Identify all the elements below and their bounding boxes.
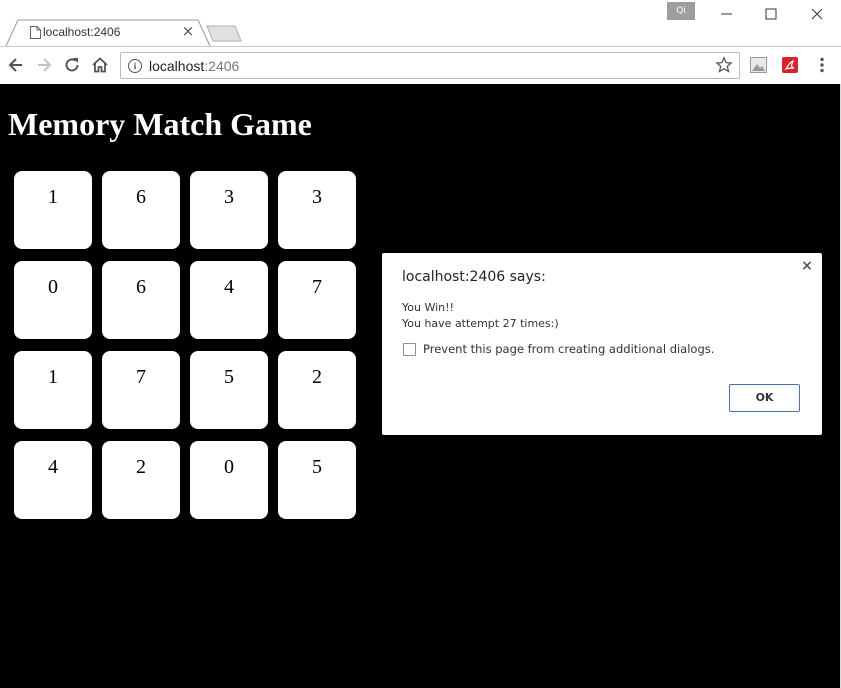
browser-titlebar: localhost:2406 × Qi	[0, 0, 841, 47]
address-bar[interactable]: i localhost:2406	[120, 52, 740, 79]
reload-icon[interactable]	[62, 55, 82, 75]
card[interactable]: 4	[14, 441, 92, 519]
prevent-dialogs-checkbox[interactable]	[403, 343, 416, 356]
site-info-icon[interactable]: i	[128, 59, 142, 73]
card[interactable]: 0	[14, 261, 92, 339]
card[interactable]: 7	[102, 351, 180, 429]
browser-tab[interactable]: localhost:2406 ×	[6, 19, 211, 47]
card[interactable]: 5	[278, 441, 356, 519]
back-arrow-icon[interactable]	[6, 55, 26, 75]
dialog-title: localhost:2406 says:	[402, 269, 546, 285]
card[interactable]: 5	[190, 351, 268, 429]
card[interactable]: 6	[102, 171, 180, 249]
browser-menu-icon[interactable]	[814, 56, 830, 74]
card[interactable]: 2	[278, 351, 356, 429]
dialog-message-line-2: You have attempt 27 times:)	[402, 317, 559, 330]
url-port: :2406	[204, 58, 240, 74]
dialog-message-line-1: You Win!!	[402, 301, 454, 314]
profile-badge[interactable]: Qi	[667, 2, 695, 20]
card[interactable]: 1	[14, 351, 92, 429]
bookmark-star-icon[interactable]	[715, 56, 733, 74]
ok-button[interactable]: OK	[729, 384, 800, 412]
alert-dialog: localhost:2406 says: × You Win!! You hav…	[382, 253, 822, 435]
card[interactable]: 3	[278, 171, 356, 249]
card[interactable]: 3	[190, 171, 268, 249]
dialog-close-icon[interactable]: ×	[800, 259, 814, 273]
card[interactable]: 6	[102, 261, 180, 339]
card[interactable]: 1	[14, 171, 92, 249]
window-close-icon[interactable]	[806, 4, 828, 24]
page-title: Memory Match Game	[8, 106, 312, 142]
browser-toolbar: i localhost:2406	[0, 46, 841, 84]
extension-image-icon[interactable]	[750, 57, 767, 73]
new-tab-button[interactable]	[206, 25, 244, 43]
forward-arrow-icon[interactable]	[34, 55, 54, 75]
tab-close-icon[interactable]: ×	[181, 24, 195, 39]
maximize-icon[interactable]	[760, 4, 782, 24]
prevent-dialogs-label[interactable]: Prevent this page from creating addition…	[423, 342, 714, 356]
extension-pdf-icon[interactable]	[782, 57, 798, 73]
page-icon	[30, 26, 41, 39]
url-host: localhost	[149, 58, 205, 74]
minimize-icon[interactable]	[716, 4, 738, 24]
card[interactable]: 0	[190, 441, 268, 519]
card[interactable]: 2	[102, 441, 180, 519]
card[interactable]: 4	[190, 261, 268, 339]
home-icon[interactable]	[90, 55, 110, 75]
tab-title: localhost:2406	[43, 25, 121, 39]
card[interactable]: 7	[278, 261, 356, 339]
address-url[interactable]: localhost:2406	[149, 58, 239, 74]
